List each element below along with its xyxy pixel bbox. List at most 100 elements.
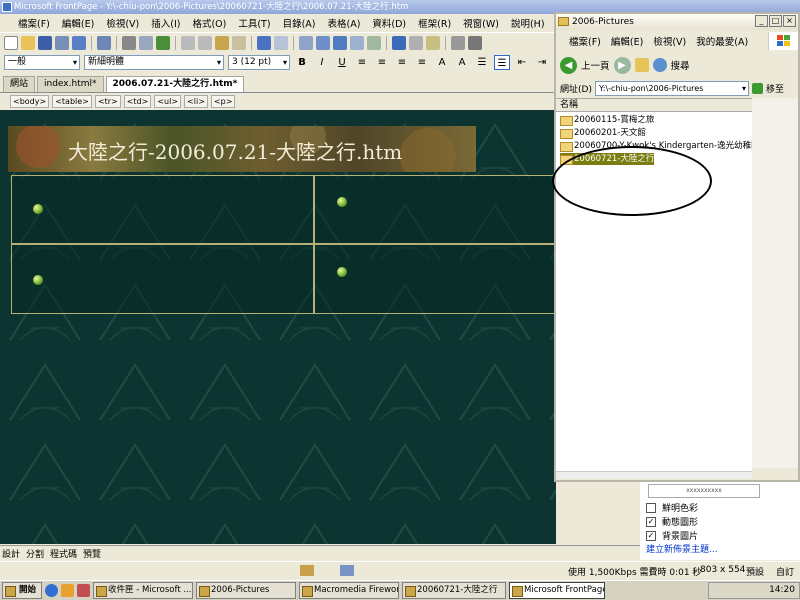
align-right-icon[interactable]: ≡ <box>394 55 410 70</box>
menu-help[interactable]: 說明(H) <box>505 16 551 30</box>
open-folder-icon[interactable] <box>21 35 35 50</box>
anchor-icon[interactable] <box>468 35 482 50</box>
tab-index-html[interactable]: index.html* <box>37 76 104 92</box>
menu-edit[interactable]: 編輯(E) <box>56 16 100 30</box>
align-center-icon[interactable]: ≡ <box>374 55 390 70</box>
drawing-icon[interactable] <box>367 35 381 50</box>
cut-icon[interactable] <box>181 35 195 50</box>
menu-file[interactable]: 檔案(F) <box>12 16 56 30</box>
table-cell[interactable] <box>314 175 556 244</box>
toggle-pane-icon[interactable] <box>97 35 111 50</box>
new-page-icon[interactable] <box>4 35 18 50</box>
increase-indent-icon[interactable]: ⇥ <box>534 55 550 70</box>
menu-table[interactable]: 表格(A) <box>321 16 366 30</box>
table-cell[interactable] <box>11 175 314 244</box>
copy-icon[interactable] <box>198 35 212 50</box>
go-arrow-icon[interactable] <box>751 82 763 94</box>
theme-option-vivid[interactable]: 鮮明色彩 <box>646 501 698 514</box>
tag-table[interactable]: <table> <box>52 95 92 108</box>
insert-table-icon[interactable] <box>316 35 330 50</box>
menu-tools[interactable]: 工具(T) <box>232 16 276 30</box>
tab-website[interactable]: 網站 <box>3 76 36 92</box>
taskbar-button[interactable]: 20060721-大陸之行 <box>402 582 506 599</box>
font-select[interactable]: 新細明體 <box>84 54 224 70</box>
page-editor[interactable]: 大陸之行-2006.07.21-大陸之行.htm <box>0 110 556 544</box>
menu-toc[interactable]: 目錄(A) <box>277 16 322 30</box>
maximize-button[interactable]: □ <box>769 15 782 27</box>
view-split-button[interactable]: 分割 <box>26 547 44 560</box>
active-graphics-checkbox[interactable]: ✓ <box>646 516 656 527</box>
menu-data[interactable]: 資料(D) <box>366 16 412 30</box>
insert-picture-icon[interactable] <box>350 35 364 50</box>
menu-frames[interactable]: 框架(R) <box>412 16 457 30</box>
redo-icon[interactable] <box>274 35 288 50</box>
preview-in-browser-icon[interactable] <box>139 35 153 50</box>
spelling-icon[interactable] <box>156 35 170 50</box>
search-icon[interactable] <box>652 58 667 72</box>
explorer-menu-favorites[interactable]: 我的最愛(A) <box>691 34 753 48</box>
underline-button[interactable]: U <box>334 55 350 70</box>
theme-option-background[interactable]: ✓ 背景圖片 <box>646 529 698 542</box>
paste-icon[interactable] <box>215 35 229 50</box>
explorer-menu-edit[interactable]: 編輯(E) <box>606 34 648 48</box>
decrease-indent-icon[interactable]: ⇤ <box>514 55 530 70</box>
back-arrow-icon[interactable]: ◀ <box>560 56 577 74</box>
back-button-label[interactable]: 上一頁 <box>581 58 610 72</box>
tag-p[interactable]: <p> <box>210 95 236 108</box>
name-column-header[interactable]: 名稱 <box>556 99 752 112</box>
menu-format[interactable]: 格式(O) <box>186 16 232 30</box>
tag-td[interactable]: <td> <box>123 95 152 108</box>
quicklaunch-icon[interactable] <box>77 584 90 597</box>
start-button[interactable]: 開始 <box>2 582 42 599</box>
stop-icon[interactable] <box>426 35 440 50</box>
create-new-theme-link[interactable]: 建立新佈景主題... <box>646 542 718 555</box>
taskbar-button[interactable]: Macromedia Firewor... <box>299 582 399 599</box>
print-icon[interactable] <box>122 35 136 50</box>
tag-body[interactable]: <body> <box>10 95 50 108</box>
refresh-icon[interactable] <box>409 35 423 50</box>
horizontal-scrollbar[interactable] <box>556 471 752 479</box>
tag-li[interactable]: <li> <box>184 95 208 108</box>
vivid-colors-checkbox[interactable] <box>646 502 656 513</box>
align-left-icon[interactable]: ≡ <box>354 55 370 70</box>
menu-view[interactable]: 檢視(V) <box>100 16 145 30</box>
ie-quicklaunch-icon[interactable] <box>45 584 58 597</box>
explorer-menu-view[interactable]: 檢視(V) <box>648 34 691 48</box>
go-button[interactable]: 移至 <box>766 82 784 95</box>
quicklaunch-icon[interactable] <box>61 584 74 597</box>
search-button-label[interactable]: 搜尋 <box>671 58 690 72</box>
menu-insert[interactable]: 插入(I) <box>145 16 186 30</box>
tag-ul[interactable]: <ul> <box>154 95 182 108</box>
format-painter-icon[interactable] <box>232 35 246 50</box>
decrease-font-icon[interactable]: A <box>454 55 470 70</box>
web-component-icon[interactable] <box>299 35 313 50</box>
undo-icon[interactable] <box>257 35 271 50</box>
bold-button[interactable]: B <box>294 55 310 70</box>
taskbar-button-active[interactable]: Microsoft FrontPage ... <box>509 582 605 599</box>
insert-layer-icon[interactable] <box>333 35 347 50</box>
hyperlink-icon[interactable] <box>392 35 406 50</box>
font-size-select[interactable]: 3 (12 pt) <box>228 54 290 70</box>
list-item[interactable]: 20060201-天文館 <box>560 127 646 139</box>
view-code-button[interactable]: 程式碼 <box>50 547 77 560</box>
table-cell[interactable] <box>11 244 314 314</box>
save-icon[interactable] <box>38 35 52 50</box>
list-item[interactable]: 20060115-賞梅之旅 <box>560 114 654 126</box>
style-select[interactable]: 一般 <box>4 54 80 70</box>
tag-tr[interactable]: <tr> <box>94 95 121 108</box>
up-folder-icon[interactable] <box>634 58 649 72</box>
taskbar-button[interactable]: 2006-Pictures <box>196 582 296 599</box>
close-button[interactable]: × <box>783 15 796 27</box>
explorer-menu-file[interactable]: 檔案(F) <box>564 34 606 48</box>
menu-window[interactable]: 視窗(W) <box>457 16 505 30</box>
address-input[interactable]: Y:\-chiu-pon\2006-Pictures <box>594 80 749 96</box>
theme-option-active-graphics[interactable]: ✓ 動態圖形 <box>646 515 698 528</box>
increase-font-icon[interactable]: A <box>434 55 450 70</box>
taskbar-button[interactable]: 收件匣 - Microsoft ... <box>93 582 193 599</box>
view-design-button[interactable]: 設計 <box>2 547 20 560</box>
italic-button[interactable]: I <box>314 55 330 70</box>
tab-current-page[interactable]: 2006.07.21-大陸之行.htm* <box>105 76 245 92</box>
table-cell[interactable] <box>314 244 556 314</box>
background-picture-checkbox[interactable]: ✓ <box>646 530 656 541</box>
show-all-icon[interactable] <box>451 35 465 50</box>
